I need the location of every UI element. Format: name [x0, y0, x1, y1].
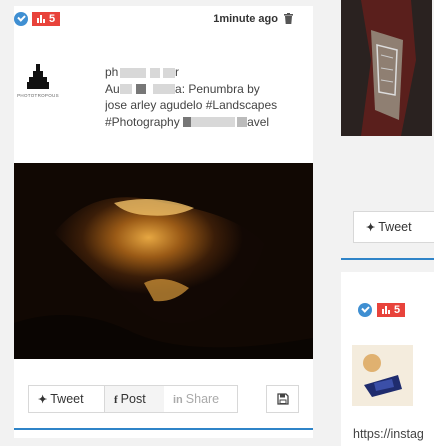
side-score-badge[interactable]: 5 [377, 303, 406, 317]
facebook-icon: f [114, 394, 118, 406]
badge-icon [37, 15, 45, 23]
side-thumbnail[interactable] [352, 345, 413, 406]
share-bar: ✦ Tweet f Post in Share [28, 385, 300, 413]
logo-icon [27, 64, 49, 89]
twitter-icon: ✦ [366, 222, 376, 234]
badge-icon [382, 306, 390, 314]
post-line-1: ph r [105, 65, 180, 79]
badge-count: 5 [394, 304, 401, 316]
side-link[interactable]: https://instag [353, 427, 424, 441]
badge-count: 5 [49, 13, 56, 25]
save-icon [277, 393, 289, 405]
side-tweet-button[interactable]: ✦ Tweet [353, 211, 434, 243]
timestamp: 1minute ago [213, 13, 278, 25]
linkedin-icon: in [173, 394, 183, 406]
post-line-2: Au a: Penumbra by [105, 81, 260, 96]
facebook-post-button[interactable]: f Post [104, 385, 165, 413]
side-post-image[interactable] [341, 0, 432, 136]
post-header: 5 1minute ago [14, 10, 304, 30]
avatar-caption: PHOTOTROPOUS [17, 93, 59, 98]
twitter-icon: ✦ [38, 394, 48, 406]
score-badge[interactable]: 5 [32, 12, 61, 26]
check-circle-icon[interactable] [358, 303, 372, 317]
post-text: ph r Au a: Penumbra by jose arley agudel… [105, 64, 305, 130]
trash-icon[interactable] [284, 13, 293, 24]
card-divider [14, 428, 313, 430]
check-circle-icon[interactable] [14, 12, 28, 26]
tweet-button[interactable]: ✦ Tweet [28, 385, 105, 413]
post-line-4: #Photography avel [105, 114, 270, 129]
linkedin-share-button[interactable]: in Share [164, 385, 238, 413]
post-image[interactable] [14, 163, 313, 359]
avatar[interactable]: PHOTOTROPOUS [14, 64, 62, 114]
side-divider [341, 258, 434, 260]
save-button[interactable] [266, 385, 299, 413]
post-line-3: jose arley agudelo #Landscapes [105, 98, 278, 112]
